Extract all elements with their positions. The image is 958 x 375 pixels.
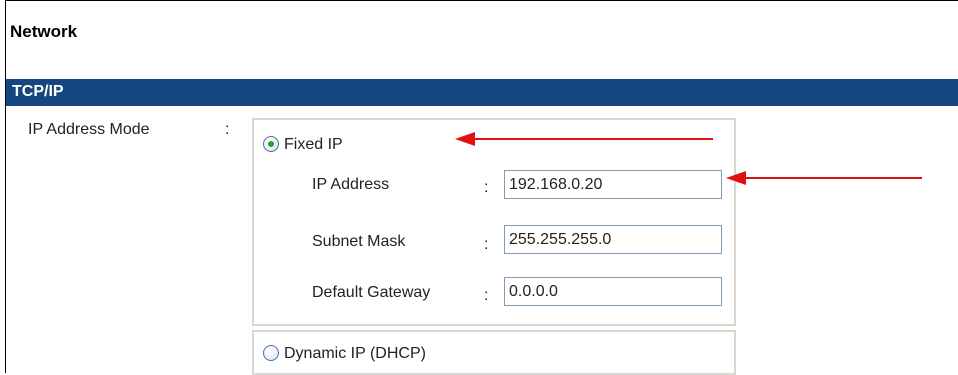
ip-address-label: IP Address xyxy=(312,176,390,193)
ip-address-mode-label: IP Address Mode xyxy=(28,121,150,138)
subnet-mask-input[interactable] xyxy=(504,225,722,254)
section-header-tcpip: TCP/IP xyxy=(6,79,958,106)
subnet-mask-colon: : xyxy=(484,236,489,253)
ip-address-input[interactable] xyxy=(504,170,722,199)
fixed-ip-label[interactable]: Fixed IP xyxy=(284,136,343,154)
annotation-arrow-ip-address xyxy=(726,171,922,185)
dhcp-group: Dynamic IP (DHCP) xyxy=(252,330,736,375)
default-gateway-label: Default Gateway xyxy=(312,284,431,301)
ip-address-colon: : xyxy=(484,179,489,196)
page-title: Network xyxy=(10,22,78,41)
section-title: TCP/IP xyxy=(12,83,64,100)
fixed-ip-radio[interactable] xyxy=(263,136,279,152)
dhcp-radio[interactable] xyxy=(263,345,279,361)
radio-selected-dot xyxy=(268,141,274,147)
dhcp-label[interactable]: Dynamic IP (DHCP) xyxy=(284,345,426,363)
ip-address-mode-colon: : xyxy=(225,121,230,138)
default-gateway-colon: : xyxy=(484,287,489,304)
default-gateway-input[interactable] xyxy=(504,277,722,306)
annotation-arrow-fixed-ip xyxy=(455,132,713,146)
subnet-mask-label: Subnet Mask xyxy=(312,233,406,250)
